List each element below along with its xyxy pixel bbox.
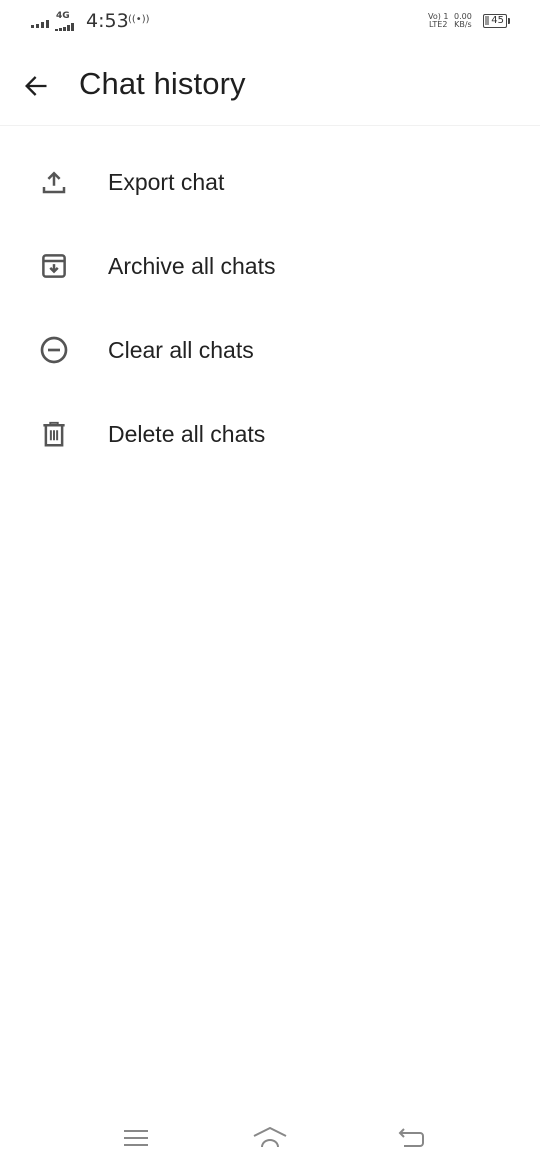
upload-icon	[36, 164, 72, 200]
network-signal: 4G	[55, 11, 81, 31]
menu-item-label: Delete all chats	[108, 420, 266, 447]
menu-item-label: Export chat	[108, 168, 225, 195]
status-bar: 4G 4:53 ((•)) Vo) 1 LTE2 0.00 KB/s 45	[0, 0, 540, 44]
recents-button[interactable]	[114, 1120, 158, 1156]
menu-icon	[124, 1130, 148, 1146]
battery-icon: 45	[483, 14, 510, 28]
trash-icon	[36, 416, 72, 452]
home-icon	[253, 1127, 287, 1148]
network-speed: 0.00 KB/s	[454, 13, 472, 29]
minus-circle-icon	[36, 332, 72, 368]
arrow-left-icon	[25, 76, 47, 96]
delete-all-chats-item[interactable]: Delete all chats	[0, 392, 540, 476]
chat-history-menu: Export chat Archive all chats Clear all …	[0, 140, 540, 476]
back-nav-button[interactable]	[390, 1120, 434, 1156]
back-icon	[398, 1128, 424, 1147]
battery-fill	[485, 16, 489, 25]
hotspot-icon: ((•))	[128, 14, 150, 25]
home-button[interactable]	[248, 1120, 292, 1156]
status-time: 4:53	[86, 10, 129, 32]
lte-label: LTE2	[429, 20, 448, 29]
export-chat-item[interactable]: Export chat	[0, 140, 540, 224]
system-navigation-bar	[0, 1110, 540, 1170]
archive-all-chats-item[interactable]: Archive all chats	[0, 224, 540, 308]
archive-icon	[36, 248, 72, 284]
signal-strength-icon	[31, 18, 49, 28]
signal-bars-icon	[55, 23, 74, 31]
volte-indicator: Vo) 1 LTE2	[428, 13, 449, 29]
battery-level: 45	[491, 15, 504, 26]
app-bar: Chat history	[0, 44, 540, 126]
menu-item-label: Archive all chats	[108, 252, 276, 279]
menu-item-label: Clear all chats	[108, 336, 254, 363]
network-type-label: 4G	[56, 11, 70, 21]
clear-all-chats-item[interactable]: Clear all chats	[0, 308, 540, 392]
network-speed-unit: KB/s	[454, 20, 472, 29]
screen: 4G 4:53 ((•)) Vo) 1 LTE2 0.00 KB/s 45 Ch…	[0, 0, 540, 1170]
page-title: Chat history	[79, 66, 246, 101]
back-button[interactable]	[14, 64, 58, 108]
